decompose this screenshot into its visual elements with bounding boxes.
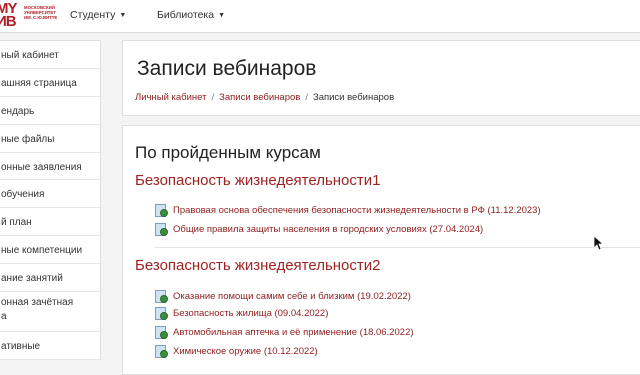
webinar-recording-icon bbox=[155, 344, 168, 358]
lesson-link-label: Общие правила защиты населения в городск… bbox=[173, 223, 484, 235]
breadcrumb-separator: / bbox=[211, 92, 215, 103]
sidebar-item-education[interactable]: обучения bbox=[0, 180, 100, 209]
lesson-link-label: Правовая основа обеспечения безопасности… bbox=[173, 204, 541, 216]
sidebar-item-home-page[interactable]: ашняя страница bbox=[0, 69, 100, 97]
webinar-recording-icon bbox=[155, 203, 168, 217]
lesson-link[interactable]: Автомобильная аптечка и её применение (1… bbox=[155, 325, 414, 339]
nav-menu-student-label: Студенту bbox=[70, 9, 116, 21]
sidebar-item-label: ные компетенции bbox=[1, 245, 83, 257]
webinar-recording-icon bbox=[155, 325, 168, 339]
lesson-link[interactable]: Химическое оружие (10.12.2022) bbox=[155, 344, 318, 358]
sidebar-item-label: ативные bbox=[1, 341, 41, 353]
course-title: Безопасность жизнедеятельности2 bbox=[135, 257, 381, 274]
sidebar-item-label: й план bbox=[1, 217, 32, 229]
webinar-recording-icon bbox=[155, 289, 168, 303]
logo-text: МОСКОВСКИЙ УНИВЕРСИТЕТ ИМ. С.Ю.ВИТТЕ bbox=[24, 5, 58, 20]
webinar-recording-icon bbox=[155, 222, 168, 236]
lesson-link-label: Автомобильная аптечка и её применение (1… bbox=[173, 326, 414, 338]
chevron-down-icon: ▼ bbox=[218, 12, 226, 19]
breadcrumb-separator: / bbox=[305, 92, 308, 103]
sidebar-item-record-book[interactable]: онная зачётная а bbox=[0, 292, 100, 333]
nav-menu-student[interactable]: Студенту ▼ bbox=[70, 9, 126, 21]
divider bbox=[155, 247, 640, 248]
sidebar-item-label: онные заявления bbox=[1, 161, 82, 173]
page-header-card: Записи вебинаров Личный кабинет / Записи в… bbox=[122, 40, 640, 116]
sidebar-item-personal-cabinet[interactable]: ный кабинет bbox=[0, 41, 100, 69]
sidebar-item-normative[interactable]: ативные bbox=[0, 332, 100, 360]
sidebar-item-label: онная зачётная а bbox=[1, 297, 74, 323]
sidebar-item-label: ендарь bbox=[1, 105, 35, 117]
sidebar-item-label: ные файлы bbox=[1, 133, 55, 145]
top-navbar: MY ИВ МОСКОВСКИЙ УНИВЕРСИТЕТ ИМ. С.Ю.ВИТ… bbox=[0, 0, 640, 33]
breadcrumb-link-personal-cabinet[interactable]: Личный кабинет bbox=[135, 92, 206, 103]
mouse-pointer-icon bbox=[593, 235, 603, 251]
nav-menu-library-label: Библиотека bbox=[157, 9, 215, 21]
course-title: Безопасность жизнедеятельности1 bbox=[135, 172, 381, 189]
breadcrumb-current: Записи вебинаров bbox=[312, 92, 395, 103]
lesson-link-label: Оказание помощи самим себе и близким (19… bbox=[173, 290, 411, 302]
section-title: По пройденным курсам bbox=[135, 143, 321, 162]
sidebar-item-files[interactable]: ные файлы bbox=[0, 125, 100, 153]
nav-menu-library[interactable]: Библиотека ▼ bbox=[157, 9, 225, 21]
sidebar-item-label: ание занятий bbox=[1, 273, 63, 285]
logo-mark: MY ИВ bbox=[0, 0, 17, 30]
sidebar-item-schedule[interactable]: ание занятий bbox=[0, 264, 100, 293]
page-title: Записи вебинаров bbox=[137, 57, 317, 80]
lesson-link-label: Химическое оружие (10.12.2022) bbox=[173, 345, 318, 357]
sidebar-item-plan[interactable]: й план bbox=[0, 208, 100, 237]
breadcrumb: Личный кабинет / Записи вебинаров / Записи в… bbox=[135, 92, 394, 103]
sidebar-item-competencies[interactable]: ные компетенции bbox=[0, 236, 100, 265]
webinar-recording-icon bbox=[155, 306, 168, 320]
sidebar: ный кабинет ашняя страница ендарь ные фа… bbox=[0, 40, 101, 360]
lesson-link[interactable]: Оказание помощи самим себе и близким (19… bbox=[155, 289, 411, 303]
lesson-link[interactable]: Безопасность жилища (09.04.2022) bbox=[155, 306, 328, 320]
sidebar-item-applications[interactable]: онные заявления bbox=[0, 153, 100, 181]
sidebar-item-label: ашняя страница bbox=[1, 77, 77, 89]
sidebar-item-label: ный кабинет bbox=[1, 50, 59, 61]
lesson-link[interactable]: Правовая основа обеспечения безопасности… bbox=[155, 203, 541, 217]
chevron-down-icon: ▼ bbox=[119, 12, 127, 19]
webinars-card: По пройденным курсам Безопасность жизнед… bbox=[122, 125, 640, 375]
lesson-link[interactable]: Общие правила защиты населения в городск… bbox=[155, 222, 483, 236]
sidebar-item-label: обучения bbox=[1, 189, 45, 201]
university-logo[interactable]: MY ИВ МОСКОВСКИЙ УНИВЕРСИТЕТ ИМ. С.Ю.ВИТ… bbox=[0, 0, 57, 30]
sidebar-item-calendar[interactable]: ендарь bbox=[0, 97, 100, 125]
breadcrumb-link-webinars[interactable]: Записи вебинаров bbox=[219, 92, 300, 103]
lesson-link-label: Безопасность жилища (09.04.2022) bbox=[173, 307, 329, 319]
